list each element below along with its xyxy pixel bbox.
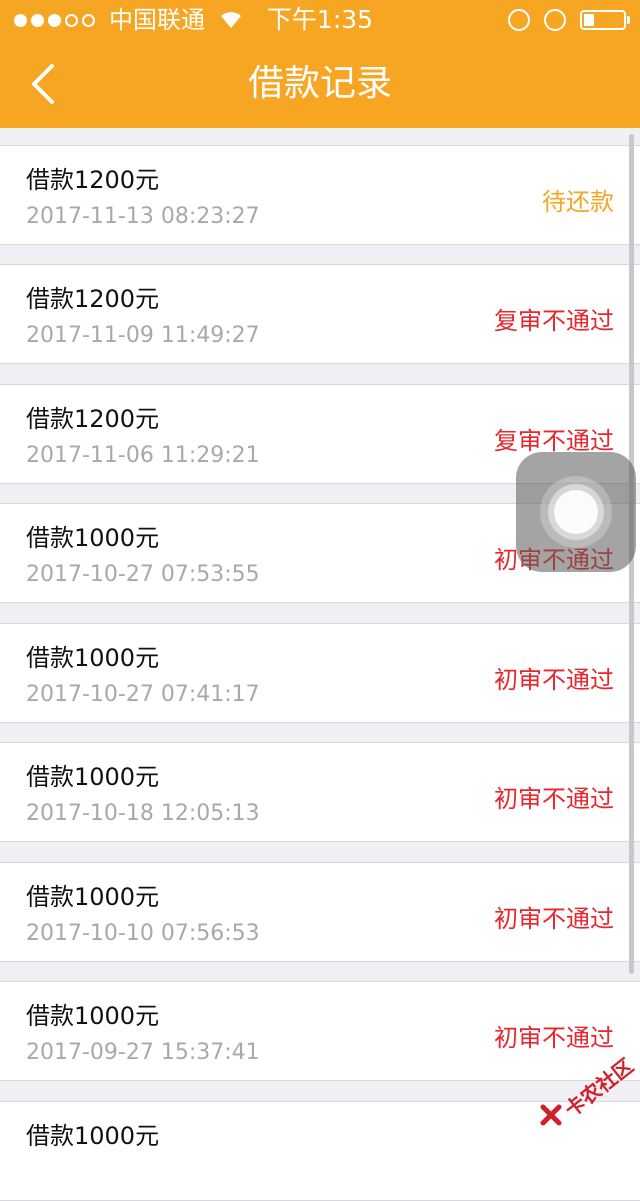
battery-icon	[580, 10, 630, 30]
watermark-text: 卡农社区	[560, 1053, 638, 1122]
loan-amount: 借款1000元	[26, 524, 160, 552]
loan-time: 2017-10-27 07:53:55	[26, 562, 260, 587]
status-bar: 中国联通 下午1:35	[0, 0, 640, 40]
loan-amount: 借款1200元	[26, 285, 160, 313]
loan-time: 2017-10-18 12:05:13	[26, 801, 260, 826]
loan-time: 2017-11-06 11:29:21	[26, 443, 260, 468]
watermark-logo: 卡农社区	[538, 1042, 640, 1128]
loan-record-row[interactable]: 借款1200元 2017-11-09 11:49:27 复审不通过	[0, 264, 640, 364]
loan-amount: 借款1000元	[26, 1122, 160, 1150]
loan-status: 初审不通过	[494, 666, 614, 694]
loan-time: 2017-10-27 07:41:17	[26, 682, 260, 707]
loan-amount: 借款1200元	[26, 166, 160, 194]
loan-record-row[interactable]: 借款1000元 2017-10-18 12:05:13 初审不通过	[0, 742, 640, 842]
loan-status: 复审不通过	[494, 307, 614, 335]
loan-amount: 借款1200元	[26, 405, 160, 433]
watermark-cross-icon	[540, 1104, 562, 1126]
loan-status: 待还款	[542, 188, 614, 216]
rotation-lock-icon	[508, 9, 530, 31]
loan-record-row[interactable]: 借款1000元 2017-10-10 07:56:53 初审不通过	[0, 862, 640, 962]
loan-status: 初审不通过	[494, 905, 614, 933]
alarm-clock-icon	[544, 9, 566, 31]
loan-amount: 借款1000元	[26, 763, 160, 791]
assistive-touch-icon	[554, 490, 598, 534]
status-icons	[508, 0, 630, 40]
app-header: 中国联通 下午1:35 借款记录	[0, 0, 640, 128]
loan-amount: 借款1000元	[26, 1002, 160, 1030]
loan-time: 2017-09-27 15:37:41	[26, 1040, 260, 1065]
loan-time: 2017-10-10 07:56:53	[26, 921, 260, 946]
loan-record-row[interactable]: 借款1000元 2017-10-27 07:41:17 初审不通过	[0, 623, 640, 723]
loan-amount: 借款1000元	[26, 883, 160, 911]
loan-time: 2017-11-13 08:23:27	[26, 204, 260, 229]
loan-record-row[interactable]: 借款1200元 2017-11-13 08:23:27 待还款	[0, 145, 640, 245]
loan-amount: 借款1000元	[26, 644, 160, 672]
loan-time: 2017-11-09 11:49:27	[26, 323, 260, 348]
assistive-touch-button[interactable]	[516, 452, 636, 572]
loan-status: 初审不通过	[494, 785, 614, 813]
page-title: 借款记录	[247, 63, 392, 104]
loan-status: 复审不通过	[494, 427, 614, 455]
